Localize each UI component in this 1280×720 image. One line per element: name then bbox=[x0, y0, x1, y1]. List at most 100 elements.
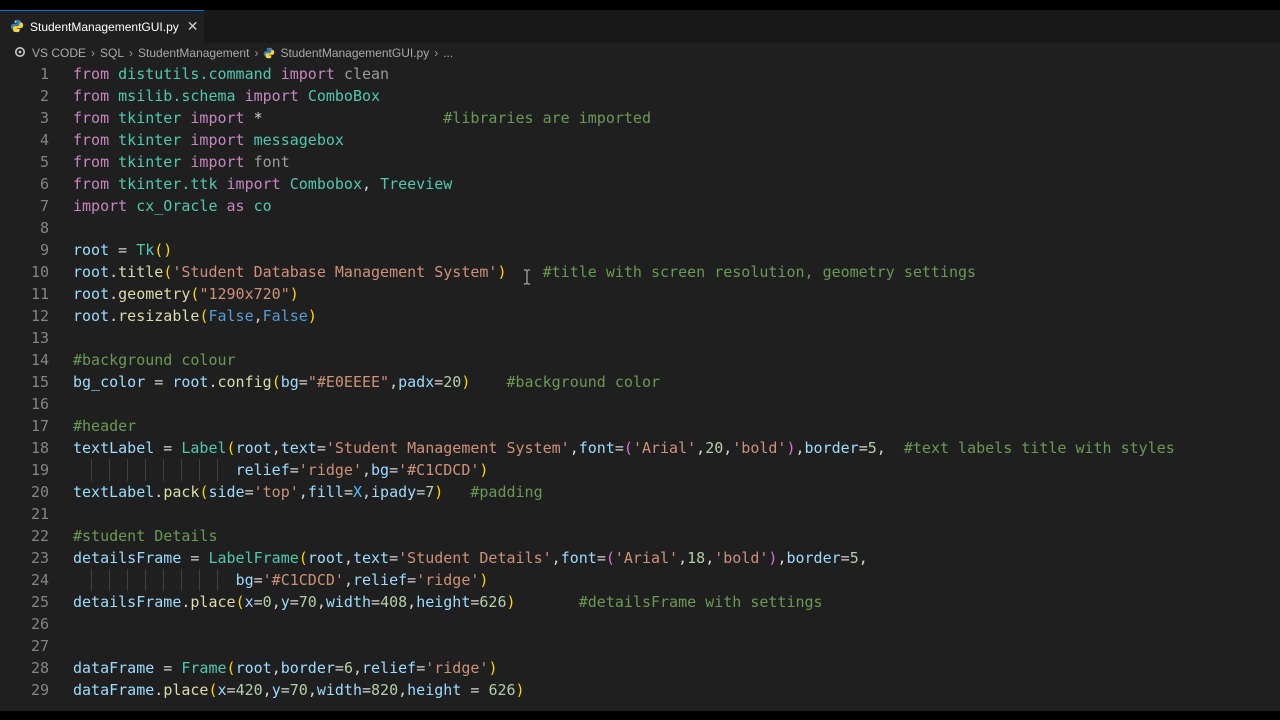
code-line[interactable]: 11 root.geometry("1290x720") bbox=[0, 283, 1280, 305]
code-token: Frame bbox=[181, 659, 227, 677]
code-line[interactable]: 8 bbox=[0, 217, 1280, 239]
breadcrumb-item-vscode[interactable]: VS CODE bbox=[32, 46, 86, 60]
code-token: tkinter bbox=[118, 109, 182, 127]
code-token: from bbox=[73, 131, 110, 149]
breadcrumb-item-ellipsis[interactable]: ... bbox=[443, 46, 453, 60]
close-icon[interactable]: ✕ bbox=[187, 20, 199, 34]
code-line[interactable]: 24 bg='#C1CDCD',relief='ridge') bbox=[0, 569, 1280, 591]
code-line[interactable]: 1 from distutils.command import clean bbox=[0, 63, 1280, 85]
code-token: import bbox=[190, 153, 245, 171]
code-token: ( bbox=[226, 439, 236, 457]
code-line[interactable]: 27 bbox=[0, 635, 1280, 657]
code-line[interactable]: 14 #background colour bbox=[0, 349, 1280, 371]
code-line[interactable]: 20 textLabel.pack(side='top',fill=X,ipady… bbox=[0, 481, 1280, 503]
code-editor[interactable]: 1 from distutils.command import clean 2 fro… bbox=[0, 63, 1280, 711]
code-token: = bbox=[154, 439, 182, 457]
code-token: ( bbox=[271, 373, 281, 391]
code-token: from bbox=[73, 65, 110, 83]
breadcrumb-item-sql[interactable]: SQL bbox=[100, 46, 124, 60]
line-number: 20 bbox=[30, 483, 49, 501]
code-token: = bbox=[154, 659, 182, 677]
code-token: place bbox=[163, 681, 209, 699]
breadcrumb-item-file[interactable]: StudentManagementGUI.py bbox=[280, 46, 429, 60]
code-line[interactable]: 29 dataFrame.place(x=420,y=70,width=820,h… bbox=[0, 679, 1280, 701]
code-token: dataFrame bbox=[73, 659, 155, 677]
tab-studentmanagementgui[interactable]: StudentManagementGUI.py ✕ bbox=[0, 10, 204, 43]
code-line[interactable]: 2 from msilib.schema import ComboBox bbox=[0, 85, 1280, 107]
code-token: 'bold' bbox=[714, 549, 769, 567]
code-text: from tkinter import messagebox bbox=[73, 129, 344, 151]
code-token: msilib.schema bbox=[118, 87, 236, 105]
code-line[interactable]: 16 bbox=[0, 393, 1280, 415]
python-icon bbox=[263, 47, 275, 59]
code-line[interactable]: 7 import cx_Oracle as co bbox=[0, 195, 1280, 217]
code-line[interactable]: 10 root.title('Student Database Managemen… bbox=[0, 261, 1280, 283]
code-text: root.geometry("1290x720") bbox=[73, 283, 299, 305]
code-line[interactable]: 15 bg_color = root.config(bg="#E0EEEE",pa… bbox=[0, 371, 1280, 393]
code-token: = bbox=[181, 549, 209, 567]
code-token: padx bbox=[398, 373, 435, 391]
code-token: 'ridge' bbox=[416, 571, 480, 589]
indent-guide bbox=[145, 459, 146, 481]
code-line[interactable]: 18 textLabel = Label(root,text='Student M… bbox=[0, 437, 1280, 459]
code-line[interactable]: 23 detailsFrame = LabelFrame(root,text='S… bbox=[0, 547, 1280, 569]
code-line[interactable]: 17 #header bbox=[0, 415, 1280, 437]
code-token: , bbox=[253, 307, 263, 325]
code-token: 70 bbox=[298, 593, 317, 611]
code-line[interactable]: 26 bbox=[0, 613, 1280, 635]
code-token: False bbox=[208, 307, 254, 325]
code-line[interactable]: 9 root = Tk() bbox=[0, 239, 1280, 261]
code-line[interactable]: 22 #student Details bbox=[0, 525, 1280, 547]
code-token: #header bbox=[73, 417, 137, 435]
code-text: detailsFrame = LabelFrame(root,text='Stu… bbox=[73, 547, 868, 569]
code-token: font bbox=[560, 549, 597, 567]
code-token: = bbox=[289, 461, 299, 479]
code-token: , bbox=[678, 549, 688, 567]
line-number: 28 bbox=[30, 659, 49, 677]
code-token: cx_Oracle bbox=[136, 197, 218, 215]
code-line[interactable]: 25 detailsFrame.place(x=0,y=70,width=408,… bbox=[0, 591, 1280, 613]
code-token: bg bbox=[280, 373, 299, 391]
code-line[interactable]: 6 from tkinter.ttk import Combobox, Treev… bbox=[0, 173, 1280, 195]
code-token: 0 bbox=[262, 593, 272, 611]
code-line[interactable]: 28 dataFrame = Frame(root,border=6,relief… bbox=[0, 657, 1280, 679]
code-token: = bbox=[362, 681, 372, 699]
code-token: detailsFrame bbox=[73, 593, 182, 611]
code-token: text bbox=[352, 549, 390, 567]
code-token: = bbox=[434, 373, 444, 391]
breadcrumb-item-studentmanagement[interactable]: StudentManagement bbox=[138, 46, 249, 60]
code-line[interactable]: 21 bbox=[0, 503, 1280, 525]
code-line[interactable]: 19 relief='ridge',bg='#C1CDCD') bbox=[0, 459, 1280, 481]
code-text: dataFrame.place(x=420,y=70,width=820,hei… bbox=[73, 679, 525, 701]
code-line[interactable]: 13 bbox=[0, 327, 1280, 349]
code-line[interactable]: 3 from tkinter import * #libraries are im… bbox=[0, 107, 1280, 129]
code-token: = bbox=[858, 439, 868, 457]
code-token: ) bbox=[434, 483, 444, 501]
code-line[interactable]: 5 from tkinter import font bbox=[0, 151, 1280, 173]
code-text: detailsFrame.place(x=0,y=70,width=408,he… bbox=[73, 591, 823, 613]
code-token: = bbox=[298, 373, 308, 391]
code-token: '#C1CDCD' bbox=[398, 461, 480, 479]
code-token: as bbox=[226, 197, 245, 215]
line-number: 13 bbox=[30, 329, 49, 347]
code-token: = bbox=[253, 571, 263, 589]
line-number: 7 bbox=[39, 197, 49, 215]
indent-guide bbox=[91, 459, 92, 481]
code-token: = bbox=[416, 659, 426, 677]
code-line[interactable]: 4 from tkinter import messagebox bbox=[0, 129, 1280, 151]
line-number: 27 bbox=[30, 637, 49, 655]
code-token: border bbox=[804, 439, 859, 457]
code-token: #padding bbox=[470, 483, 543, 501]
code-line[interactable]: 12 root.resizable(False,False) bbox=[0, 305, 1280, 327]
indent-guide bbox=[145, 569, 146, 591]
code-token: X bbox=[352, 483, 362, 501]
code-token: = bbox=[289, 593, 299, 611]
